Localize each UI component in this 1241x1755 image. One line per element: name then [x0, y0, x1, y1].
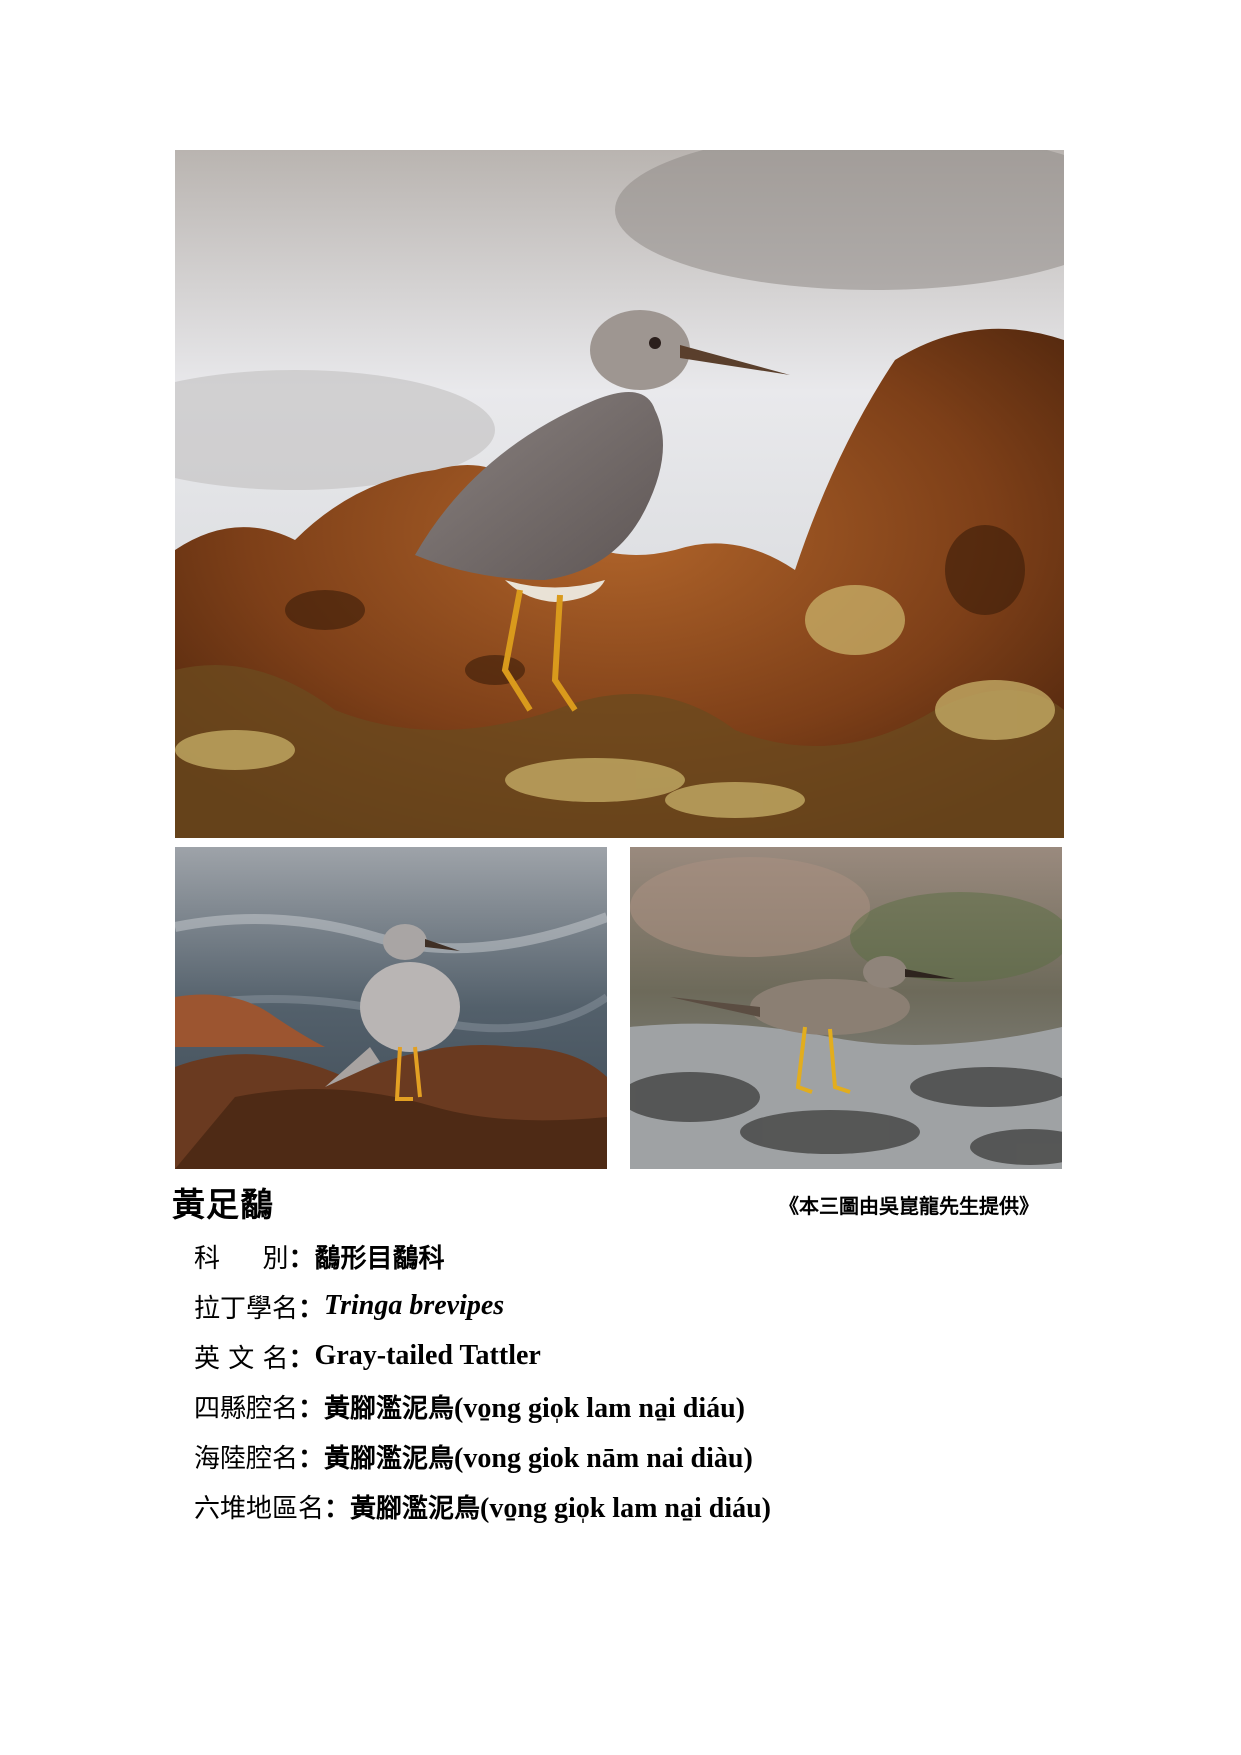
info-label: 海陸腔名 — [194, 1443, 299, 1474]
info-value: 黃腳濫泥鳥(vo̱ng gio̩k lam na̱i diáu) — [324, 1392, 745, 1424]
species-title: 黃足鷸 — [172, 1185, 274, 1224]
info-separator: ： — [298, 1443, 325, 1474]
info-separator: ： — [298, 1293, 325, 1324]
info-row-sixian-name: 四縣腔名：黃腳濫泥鳥(vo̱ng gio̩k lam na̱i diáu) — [194, 1381, 771, 1431]
info-row-liudui-name: 六堆地區名：黃腳濫泥鳥(vo̱ng gio̩k lam na̱i diáu) — [194, 1481, 771, 1531]
info-value: Gray-tailed Tattler — [314, 1340, 541, 1371]
bird-by-sea-photo — [175, 847, 607, 1169]
info-label: 四縣腔名 — [194, 1393, 299, 1424]
info-separator: ： — [298, 1393, 325, 1424]
info-value: 黃腳濫泥鳥(vo̱ng gio̩k lam na̱i diáu) — [350, 1492, 771, 1524]
info-row-latin-name: 拉丁學名： Tringa brevipes — [194, 1281, 771, 1331]
info-separator: ： — [288, 1243, 315, 1274]
info-row-family: 科 別：鷸形目鷸科 — [194, 1231, 771, 1281]
info-row-english-name: 英 文 名： Gray-tailed Tattler — [194, 1331, 771, 1381]
info-label: 英 文 名 — [194, 1343, 289, 1374]
bird-on-wet-rock-photo — [630, 847, 1062, 1169]
info-separator: ： — [288, 1343, 315, 1374]
species-info-list: 科 別：鷸形目鷸科 拉丁學名： Tringa brevipes 英 文 名： Gra… — [194, 1231, 771, 1531]
main-bird-photo — [175, 150, 1064, 838]
info-row-hailu-name: 海陸腔名：黃腳濫泥鳥(vong giok nām nai diàu) — [194, 1431, 771, 1481]
info-label: 科 別 — [194, 1243, 289, 1274]
info-value: 黃腳濫泥鳥(vong giok nām nai diàu) — [324, 1442, 753, 1474]
info-value: 鷸形目鷸科 — [314, 1243, 445, 1274]
info-label: 六堆地區名 — [194, 1493, 325, 1524]
info-separator: ： — [324, 1493, 351, 1524]
photo-credit: 《本三圖由吳崑龍先生提供》 — [779, 1194, 1039, 1218]
info-label: 拉丁學名 — [194, 1293, 299, 1324]
info-value: Tringa brevipes — [324, 1290, 505, 1321]
